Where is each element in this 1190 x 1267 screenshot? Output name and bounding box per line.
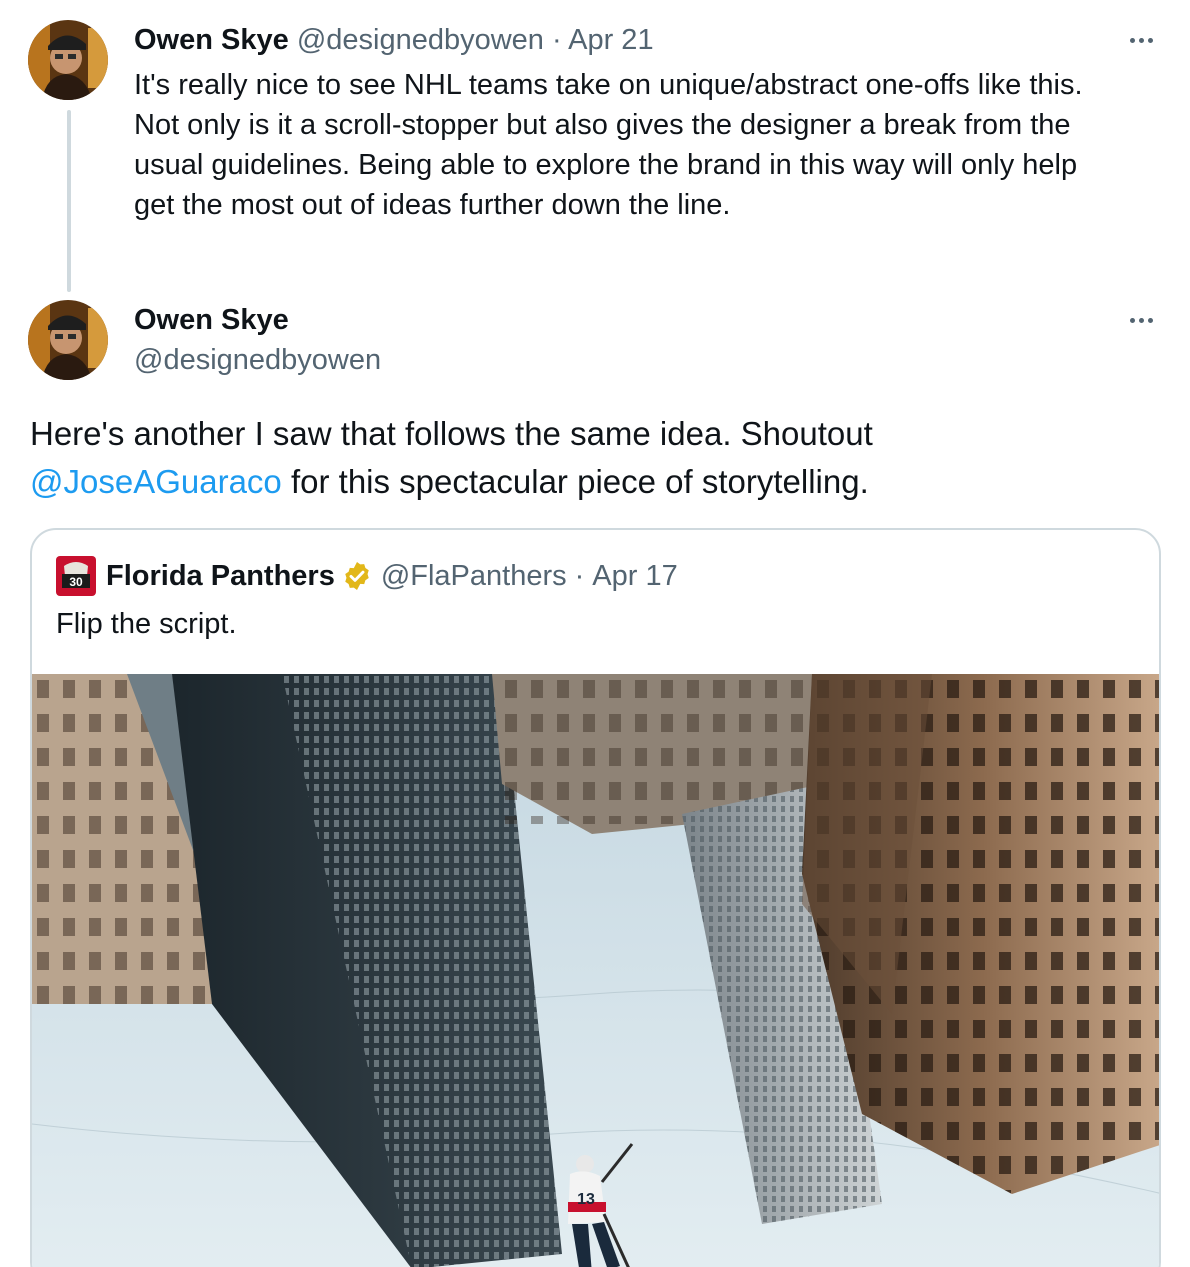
panthers-logo-icon: 30 (56, 556, 96, 596)
avatar-image (28, 20, 108, 100)
more-dots-icon[interactable] (1124, 310, 1158, 330)
tweet-text-line: Not only is it a scroll-stopper but also… (134, 109, 1071, 141)
tweet-text: Here's another I saw that follows the sa… (30, 410, 1170, 506)
tweet-date[interactable]: Apr 21 (568, 24, 653, 56)
author-handle[interactable]: @designedbyowen (134, 342, 381, 378)
more-dots-icon[interactable] (1124, 30, 1158, 50)
tweet-text-line: get the most out of ideas further down t… (134, 189, 731, 221)
quoted-tweet-card[interactable]: 30 Florida Panthers @FlaPanthers · Apr 1… (30, 528, 1161, 1267)
verified-badge-icon (341, 560, 373, 592)
quoted-author-name: Florida Panthers (106, 559, 335, 592)
tweet-text-line: @JoseAGuaraco for this spectacular piece… (30, 458, 1170, 506)
tweet-header: Owen Skye @designedbyowen · Apr 21 (134, 22, 654, 58)
author-avatar[interactable] (28, 300, 108, 380)
tweet-text-segment: for this spectacular piece of storytelli… (281, 463, 869, 500)
quoted-author-avatar[interactable]: 30 (56, 556, 96, 596)
tweet-text-line: It's really nice to see NHL teams take o… (134, 69, 1083, 101)
mention-link[interactable]: @JoseAGuaraco (30, 463, 282, 500)
author-handle[interactable]: @designedbyowen (297, 24, 544, 56)
avatar-badge-number: 30 (69, 575, 83, 589)
separator-dot: · (574, 559, 585, 592)
tweet-text: It's really nice to see NHL teams take o… (134, 65, 1164, 225)
avatar-image (28, 300, 108, 380)
quoted-tweet-header: 30 Florida Panthers @FlaPanthers · Apr 1… (56, 556, 678, 596)
quoted-tweet-image[interactable]: 13 (32, 674, 1159, 1267)
author-name[interactable]: Owen Skye (134, 302, 289, 338)
inverted-city-artwork: 13 (32, 674, 1159, 1267)
quoted-tweet-date: Apr 17 (592, 559, 678, 592)
separator-dot: · (551, 24, 562, 56)
author-name[interactable]: Owen Skye (134, 24, 289, 56)
quoted-tweet-text: Flip the script. (56, 608, 237, 640)
thread-connector-line (67, 110, 71, 292)
jersey-number: 13 (577, 1191, 595, 1208)
tweet-text-line: Here's another I saw that follows the sa… (30, 415, 873, 452)
author-avatar[interactable] (28, 20, 108, 100)
tweet-text-line: usual guidelines. Being able to explore … (134, 149, 1078, 181)
quoted-author-handle: @FlaPanthers (380, 559, 567, 592)
